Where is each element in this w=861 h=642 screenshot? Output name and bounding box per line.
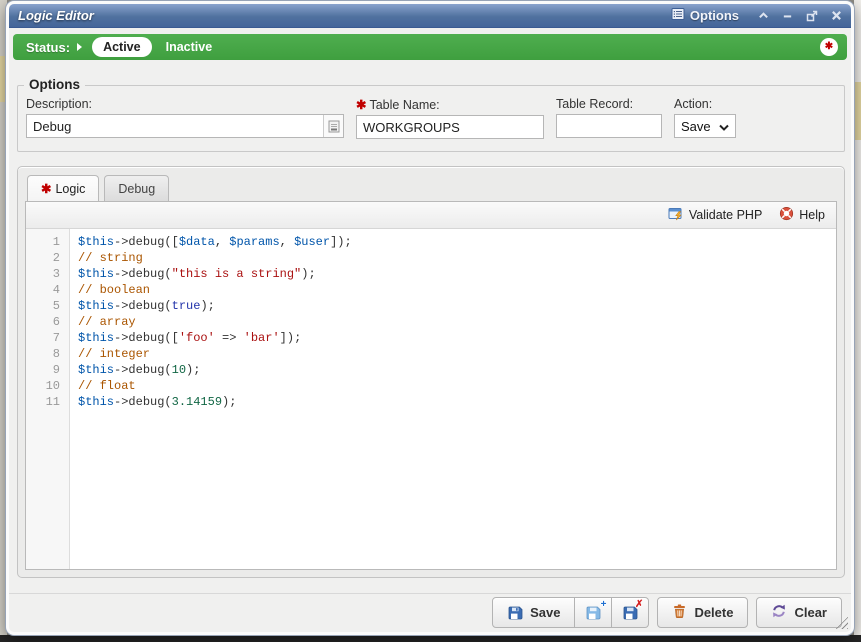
save-and-new-button[interactable]: + [575,597,612,628]
table-name-label: Table Name: [369,98,439,112]
list-icon [671,7,685,24]
status-bar: Status: Active Inactive ✱ [13,34,847,60]
validate-php-icon [668,206,684,225]
line-number: 11 [26,394,69,410]
chevron-down-icon [719,119,729,134]
popout-button[interactable] [806,10,818,22]
required-asterisk-icon: ✱ [41,181,51,196]
footer-toolbar: Save + ✗ Delete [492,597,842,628]
action-select-value: Save [681,119,711,134]
logic-editor-window: Logic Editor Options [6,1,854,635]
validate-php-button[interactable]: Validate PHP [668,206,762,225]
clear-label: Clear [794,605,827,620]
delete-label: Delete [694,605,733,620]
minimize-button[interactable] [782,10,793,21]
editor-content: Validate PHP Help 1234567891011 $this->d… [25,201,837,570]
editor-panel: ✱ Logic Debug Validate PHP He [17,166,845,578]
life-ring-icon [779,206,794,224]
description-label: Description: [26,97,92,111]
status-option-inactive[interactable]: Inactive [166,40,213,54]
clear-button[interactable]: Clear [756,597,842,628]
options-menu-button[interactable]: Options [671,7,739,24]
caret-right-icon [77,43,82,51]
line-number: 2 [26,250,69,266]
code-line[interactable]: $this->debug([$data, $params, $user]); [78,234,836,250]
plus-badge-icon: + [601,600,607,610]
action-label: Action: [674,97,712,111]
action-select[interactable]: Save [674,114,736,138]
collapse-button[interactable] [758,10,769,21]
table-record-label: Table Record: [556,97,633,111]
gutter: 1234567891011 [26,229,70,569]
code-line[interactable]: // float [78,378,836,394]
refresh-icon [771,603,787,622]
action-field: Action: Save [674,97,736,139]
line-number: 10 [26,378,69,394]
tab-debug-label: Debug [118,182,155,196]
code-line[interactable]: // string [78,250,836,266]
expand-textarea-button[interactable] [323,115,343,137]
code-line[interactable]: // array [78,314,836,330]
x-badge-icon: ✗ [635,600,643,610]
line-number: 7 [26,330,69,346]
trash-icon [672,603,687,622]
help-button[interactable]: Help [779,206,825,224]
options-section: Options Description: ✱ Table Name: [17,85,845,152]
code-lines[interactable]: $this->debug([$data, $params, $user]);//… [70,229,836,569]
editor-tabs: ✱ Logic Debug [18,167,844,201]
line-number: 4 [26,282,69,298]
code-line[interactable]: $this->debug(3.14159); [78,394,836,410]
table-record-field: Table Record: [556,97,662,139]
line-number: 3 [26,266,69,282]
asterisk-icon: ✱ [825,42,833,52]
delete-button[interactable]: Delete [657,597,748,628]
validate-php-label: Validate PHP [689,208,762,222]
table-name-input[interactable] [356,115,544,139]
code-line[interactable]: // boolean [78,282,836,298]
save-icon [507,605,523,621]
table-name-field: ✱ Table Name: [356,97,544,139]
code-editor: 1234567891011 $this->debug([$data, $para… [26,229,836,569]
save-close-icon: ✗ [622,605,638,621]
background-bottom-strip [0,635,861,642]
background-right-accent [854,82,861,140]
editor-toolbar: Validate PHP Help [26,202,836,229]
line-number: 9 [26,362,69,378]
window-title: Logic Editor [18,8,671,23]
line-number: 6 [26,314,69,330]
tab-logic[interactable]: ✱ Logic [27,175,99,201]
line-number: 8 [26,346,69,362]
save-label: Save [530,605,560,620]
code-line[interactable]: $this->debug(['foo' => 'bar']); [78,330,836,346]
save-button[interactable]: Save [492,597,575,628]
required-asterisk-icon: ✱ [356,97,366,112]
code-line[interactable]: $this->debug(10); [78,362,836,378]
line-number: 1 [26,234,69,250]
options-menu-label: Options [690,8,739,23]
tab-logic-label: Logic [55,182,85,196]
tab-debug[interactable]: Debug [104,175,169,201]
status-option-active[interactable]: Active [92,37,152,57]
description-input[interactable] [27,115,323,137]
code-line[interactable]: $this->debug(true); [78,298,836,314]
footer-divider [9,593,851,594]
close-button[interactable] [831,10,842,21]
table-record-input[interactable] [556,114,662,138]
titlebar[interactable]: Logic Editor Options [9,4,851,28]
save-plus-icon: + [585,605,601,621]
required-indicator-button[interactable]: ✱ [820,38,838,56]
status-label: Status: [26,40,70,55]
code-line[interactable]: // integer [78,346,836,362]
code-line[interactable]: $this->debug("this is a string"); [78,266,836,282]
line-number: 5 [26,298,69,314]
save-and-close-button[interactable]: ✗ [612,597,649,628]
help-label: Help [799,208,825,222]
options-section-legend: Options [24,77,85,92]
description-field: Description: [26,97,344,139]
save-button-group: Save + ✗ [492,597,649,628]
